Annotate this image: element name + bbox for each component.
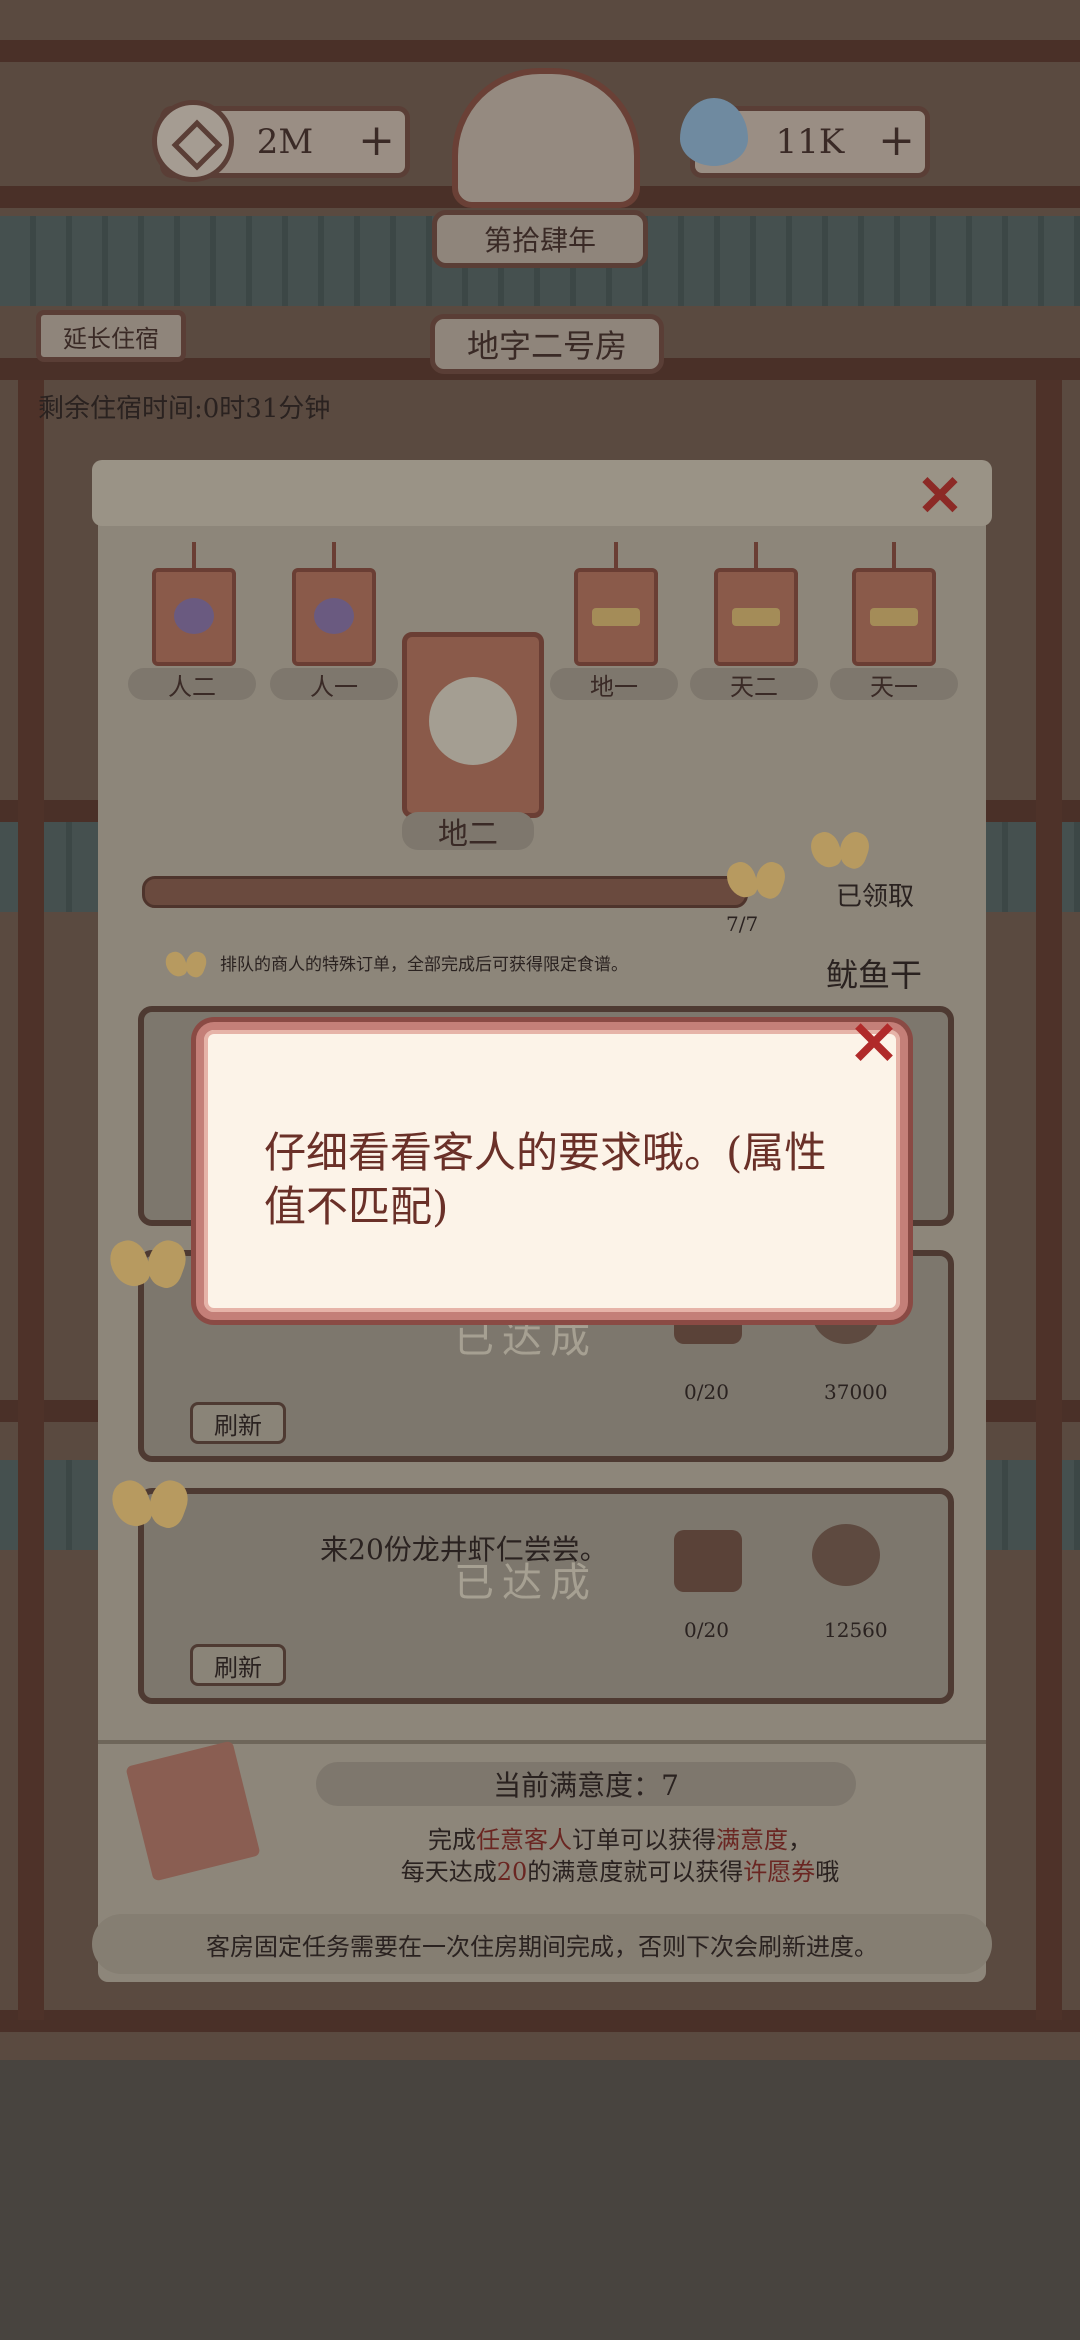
footer-note: 客房固定任务需要在一次住房期间完成，否则下次会刷新进度。: [92, 1914, 992, 1974]
event-note: 排队的商人的特殊订单，全部完成后可获得限定食谱。: [220, 955, 628, 975]
add-coins-icon[interactable]: +: [358, 119, 395, 163]
info-highlight: 许愿券: [743, 1858, 816, 1886]
butterfly-icon: [109, 1233, 187, 1298]
extend-stay-label: 延长住宿: [63, 324, 159, 353]
tab-tag[interactable]: [292, 542, 376, 666]
butterfly-icon: [111, 1473, 189, 1538]
order-reward: 12560: [824, 1618, 888, 1642]
info-highlight: 20: [496, 1858, 528, 1886]
beam: [0, 2010, 1080, 2032]
info-line-2: 每天达成20的满意度就可以获得许愿券哦: [300, 1852, 940, 1887]
tray-icon: [592, 608, 640, 626]
gems-value: 11K: [775, 122, 845, 162]
tab-tag[interactable]: [152, 542, 236, 666]
info-text: 订单可以获得: [572, 1826, 716, 1854]
satisfaction-label: 当前满意度：7: [316, 1762, 856, 1806]
modal-close-icon[interactable]: ✕: [842, 1012, 906, 1076]
tray-icon: [870, 608, 918, 626]
info-text: ，: [788, 1826, 812, 1854]
tab-label[interactable]: 人二: [128, 668, 256, 701]
tab-label[interactable]: 人一: [270, 668, 398, 701]
tray-icon: [732, 608, 780, 626]
butterfly-icon: [726, 856, 786, 906]
info-text: 哦: [815, 1858, 840, 1886]
coin-string-icon: [812, 1524, 880, 1586]
tab-tag[interactable]: [714, 542, 798, 666]
tab-label[interactable]: 天二: [690, 668, 818, 701]
room-name-plaque: 地字二号房: [430, 314, 664, 374]
selected-guest-tag[interactable]: [402, 632, 544, 818]
progress-text: 7/7: [726, 912, 759, 936]
butterfly-icon: [810, 826, 870, 876]
remaining-time-text: 剩余住宿时间:0时31分钟: [38, 394, 331, 424]
alert-modal: 仔细看看客人的要求哦。(属性值不匹配): [196, 1022, 908, 1320]
coins-value: 2M: [256, 122, 314, 162]
guest-portrait: [429, 677, 517, 765]
room-name-text: 地字二号房: [466, 327, 627, 365]
order-count: 0/20: [684, 1618, 729, 1642]
info-text: 的满意度就可以获得: [527, 1858, 744, 1886]
butterfly-icon: [165, 948, 207, 983]
fruit-icon: [314, 598, 354, 634]
info-line-1: 完成任意客人订单可以获得满意度，: [300, 1820, 940, 1855]
order-card: 来20份龙井虾仁尝尝。 已达成 0/20 12560 刷新: [138, 1488, 954, 1704]
coin-icon: [152, 100, 234, 182]
pillar: [18, 380, 44, 2020]
panel-header: [92, 460, 992, 526]
modal-message: 仔细看看客人的要求哦。(属性值不匹配): [264, 1128, 827, 1231]
year-text: 第拾肆年: [483, 224, 596, 257]
pillar: [1036, 380, 1062, 2020]
order-count: 0/20: [684, 1380, 729, 1404]
tab-tag[interactable]: [852, 542, 936, 666]
fruit-icon: [174, 598, 214, 634]
tab-label[interactable]: 地一: [550, 668, 678, 701]
dish-thumbnail: [674, 1530, 742, 1592]
info-text: 每天达成: [400, 1858, 497, 1886]
selected-tab-label: 地二: [402, 812, 534, 852]
beam: [0, 40, 1080, 62]
order-reward: 37000: [824, 1380, 888, 1404]
info-highlight: 满意度: [716, 1826, 788, 1854]
refresh-button[interactable]: 刷新: [190, 1644, 286, 1686]
bottom-area: [0, 2060, 1080, 2340]
reward-name: 鱿鱼干: [826, 956, 923, 994]
add-gems-icon[interactable]: +: [878, 119, 915, 163]
info-text: 完成: [428, 1826, 476, 1854]
info-highlight: 任意客人: [476, 1826, 572, 1854]
progress-bar: [142, 876, 748, 908]
tab-label[interactable]: 天一: [830, 668, 958, 701]
claimed-status: 已领取: [836, 882, 915, 912]
panel-close-icon[interactable]: ✕: [912, 468, 968, 524]
order-status: 已达成: [454, 1560, 598, 1606]
refresh-button[interactable]: 刷新: [190, 1402, 286, 1444]
extend-stay-button[interactable]: 延长住宿: [36, 310, 186, 362]
tab-tag[interactable]: [574, 542, 658, 666]
year-plaque: 第拾肆年: [432, 210, 648, 268]
